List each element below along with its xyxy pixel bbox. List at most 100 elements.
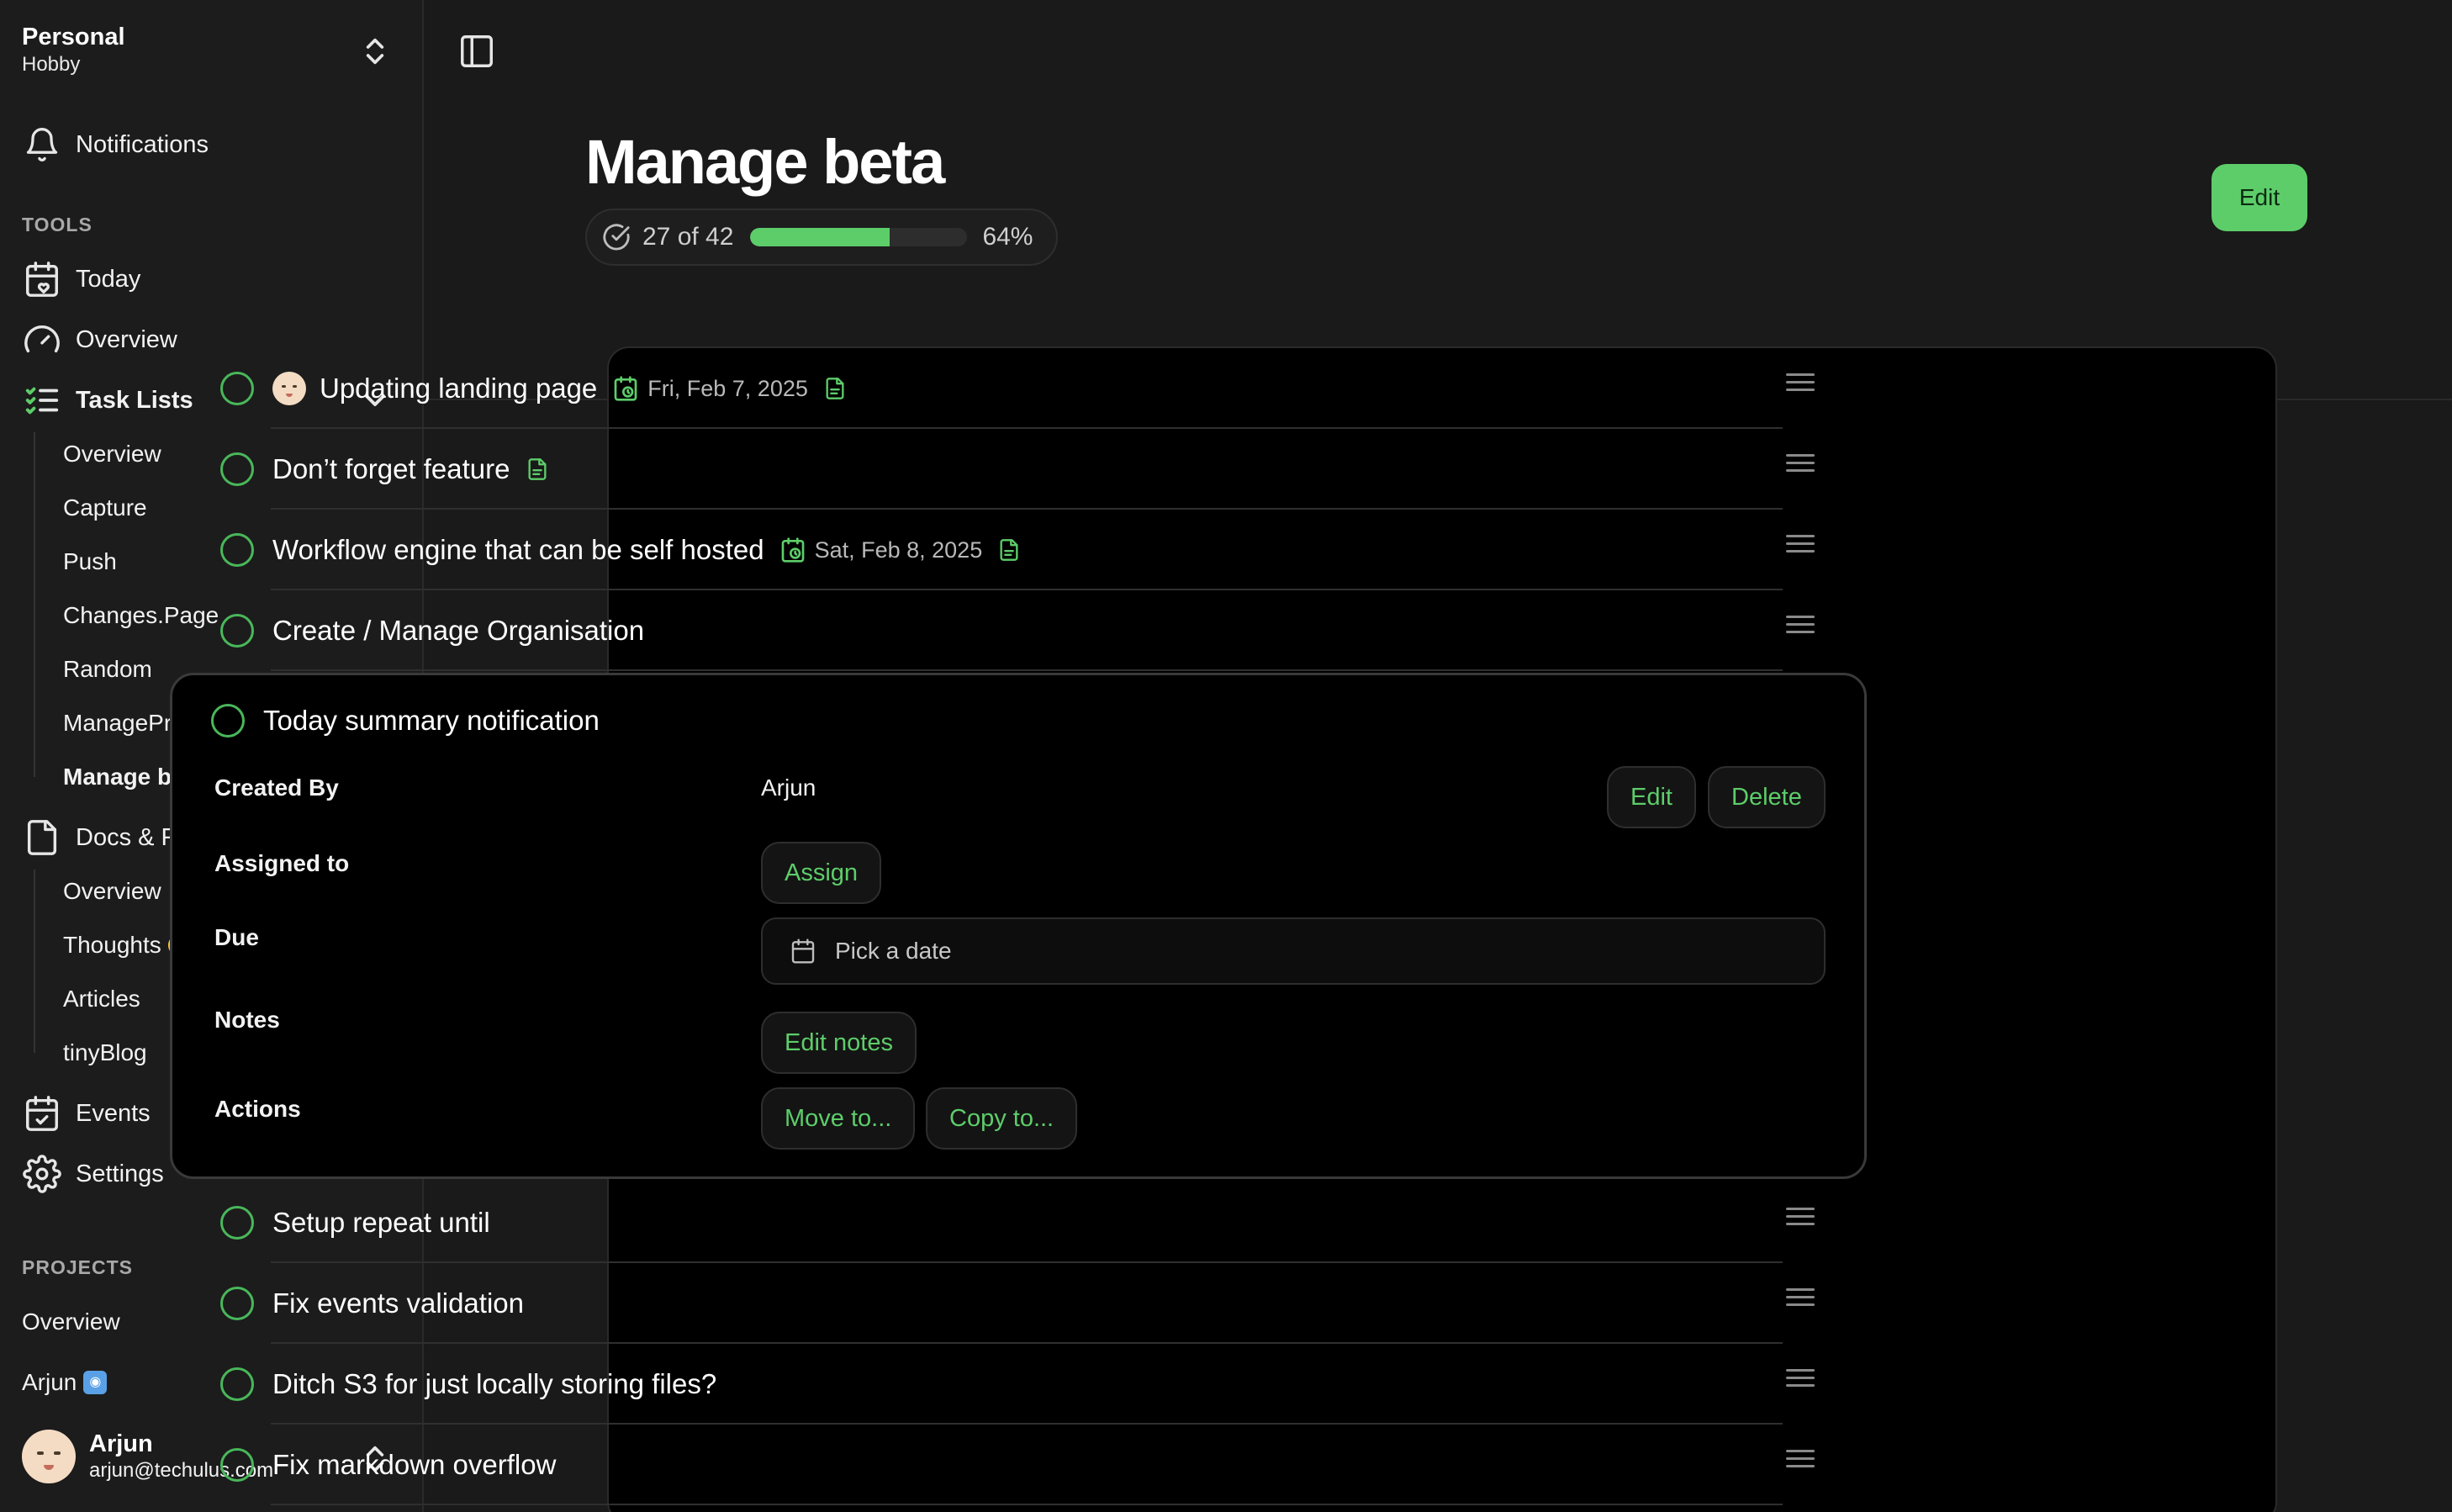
task-row[interactable]: Updating landing page Fri, Feb 7, 2025 (220, 348, 1815, 429)
drag-handle-icon[interactable] (1786, 454, 1815, 478)
workspace-name: Personal (22, 24, 125, 50)
docs-item[interactable]: tinyBlog (63, 1031, 147, 1075)
due-date-input[interactable] (835, 938, 1760, 965)
move-to-button[interactable]: Move to... (761, 1087, 916, 1150)
task-checkbox[interactable] (220, 1367, 254, 1401)
circle-check-icon (603, 224, 630, 251)
panel-left-icon[interactable] (457, 32, 496, 71)
drag-handle-icon[interactable] (1786, 1288, 1815, 1312)
project-item[interactable]: Arjun ◉ (22, 1361, 108, 1404)
file-icon[interactable] (526, 456, 549, 483)
drag-handle-icon[interactable] (1786, 535, 1815, 558)
task-checkbox[interactable] (220, 372, 254, 405)
task-checkbox[interactable] (220, 1206, 254, 1240)
nav-events-label: Events (76, 1099, 151, 1127)
calendar-check-icon (22, 1093, 62, 1134)
app: Personal Hobby Notifications TOOLS Today… (0, 0, 2452, 1512)
file-icon[interactable] (997, 537, 1021, 563)
task-checkbox[interactable] (220, 1448, 254, 1482)
nav-settings-label: Settings (76, 1160, 164, 1187)
task-list-item[interactable]: Capture (63, 486, 147, 530)
nav-events[interactable]: Events (22, 1088, 151, 1139)
alarm-clock-icon (781, 537, 804, 563)
drag-handle-icon[interactable] (1786, 1369, 1815, 1393)
nav-task-lists[interactable]: Task Lists (22, 375, 193, 426)
edit-task-button[interactable]: Edit (1607, 766, 1696, 828)
task-list-item[interactable]: Overview (63, 432, 161, 476)
task-checkbox[interactable] (211, 704, 245, 737)
task-row[interactable]: Ditch S3 for just locally storing files? (220, 1344, 1815, 1425)
actions-label: Actions (214, 1096, 301, 1122)
progress-bar (750, 228, 968, 246)
expanded-task-title: Today summary notification (263, 705, 600, 736)
docs-tree-line (34, 870, 35, 1053)
drag-handle-icon[interactable] (1786, 373, 1815, 397)
workspace-switcher[interactable]: Personal Hobby (22, 22, 125, 77)
nav-settings[interactable]: Settings (22, 1149, 164, 1199)
task-row[interactable]: Workflow engine that can be self hosted … (220, 510, 1815, 590)
task-checkbox[interactable] (220, 1287, 254, 1320)
row-divider (271, 669, 1783, 671)
nav-notifications[interactable]: Notifications (22, 119, 209, 170)
edit-list-button[interactable]: Edit (2212, 164, 2307, 231)
task-list-item[interactable]: Changes.Page (63, 594, 219, 637)
task-row[interactable]: Setup repeat until (220, 1182, 1815, 1263)
page-title: Manage beta (585, 127, 945, 197)
delete-task-button[interactable]: Delete (1708, 766, 1826, 828)
drag-handle-icon[interactable] (1786, 1208, 1815, 1231)
task-checkbox[interactable] (220, 533, 254, 567)
created-by-value: Arjun (761, 775, 816, 801)
project-item[interactable]: Overview (22, 1300, 120, 1344)
copy-to-button[interactable]: Copy to... (926, 1087, 1078, 1150)
nav-today-label: Today (76, 265, 141, 293)
task-checkbox[interactable] (220, 452, 254, 486)
due-date-picker[interactable] (761, 917, 1826, 985)
task-due-date: Sat, Feb 8, 2025 (779, 537, 983, 563)
assign-button[interactable]: Assign (761, 842, 882, 904)
docs-item-label: Thoughts (63, 932, 161, 958)
task-list-item[interactable]: Random (63, 648, 152, 691)
task-checkbox[interactable] (220, 614, 254, 648)
drag-handle-icon[interactable] (1786, 616, 1815, 639)
expanded-task-panel: Today summary notification Created By Ar… (170, 673, 1867, 1179)
gear-icon (22, 1154, 62, 1194)
calendar-icon (791, 938, 815, 964)
task-list-item[interactable]: Push (63, 540, 117, 584)
task-lists-tree-line (34, 432, 35, 777)
due-label: Due (214, 924, 259, 950)
task-row[interactable]: Fix events validation (220, 1263, 1815, 1344)
docs-item[interactable]: Overview (63, 870, 161, 913)
task-row[interactable]: Create / Manage Organisation (220, 590, 1815, 671)
file-icon[interactable] (823, 375, 847, 402)
nav-overview[interactable]: Overview (22, 315, 177, 365)
chevrons-up-down-icon[interactable] (358, 32, 392, 71)
task-title: Updating landing page (320, 373, 598, 404)
task-title: Workflow engine that can be self hosted (272, 534, 764, 565)
nav-today[interactable]: Today (22, 254, 140, 304)
task-title: Setup repeat until (272, 1207, 490, 1238)
docs-item[interactable]: Articles (63, 977, 140, 1021)
nav-task-lists-label: Task Lists (76, 386, 193, 414)
assignee-avatar (272, 372, 306, 405)
progress-count: 27 of 42 (642, 223, 734, 251)
task-due-date-text: Fri, Feb 7, 2025 (647, 375, 808, 401)
tools-section-title: TOOLS (22, 214, 92, 235)
gauge-icon (22, 320, 62, 360)
notes-label: Notes (214, 1007, 280, 1033)
calendar-heart-icon (22, 259, 62, 299)
edit-notes-button[interactable]: Edit notes (761, 1012, 917, 1074)
row-divider (271, 1504, 1783, 1505)
drag-handle-icon[interactable] (1786, 1450, 1815, 1473)
list-checks-icon (22, 380, 62, 420)
expanded-task-header: Today summary notification (211, 704, 600, 737)
projects-section-title: PROJECTS (22, 1256, 133, 1278)
people-emoji-icon: ◉ (83, 1371, 108, 1394)
avatar (22, 1430, 76, 1483)
assigned-to-label: Assigned to (214, 850, 350, 876)
task-row[interactable]: Don’t forget feature (220, 429, 1815, 510)
task-title: Create / Manage Organisation (272, 615, 645, 646)
task-due-date: Fri, Feb 7, 2025 (612, 375, 808, 402)
task-row[interactable]: Fix markdown overflow (220, 1425, 1815, 1505)
bell-icon (22, 124, 62, 165)
task-due-date-text: Sat, Feb 8, 2025 (814, 537, 983, 563)
